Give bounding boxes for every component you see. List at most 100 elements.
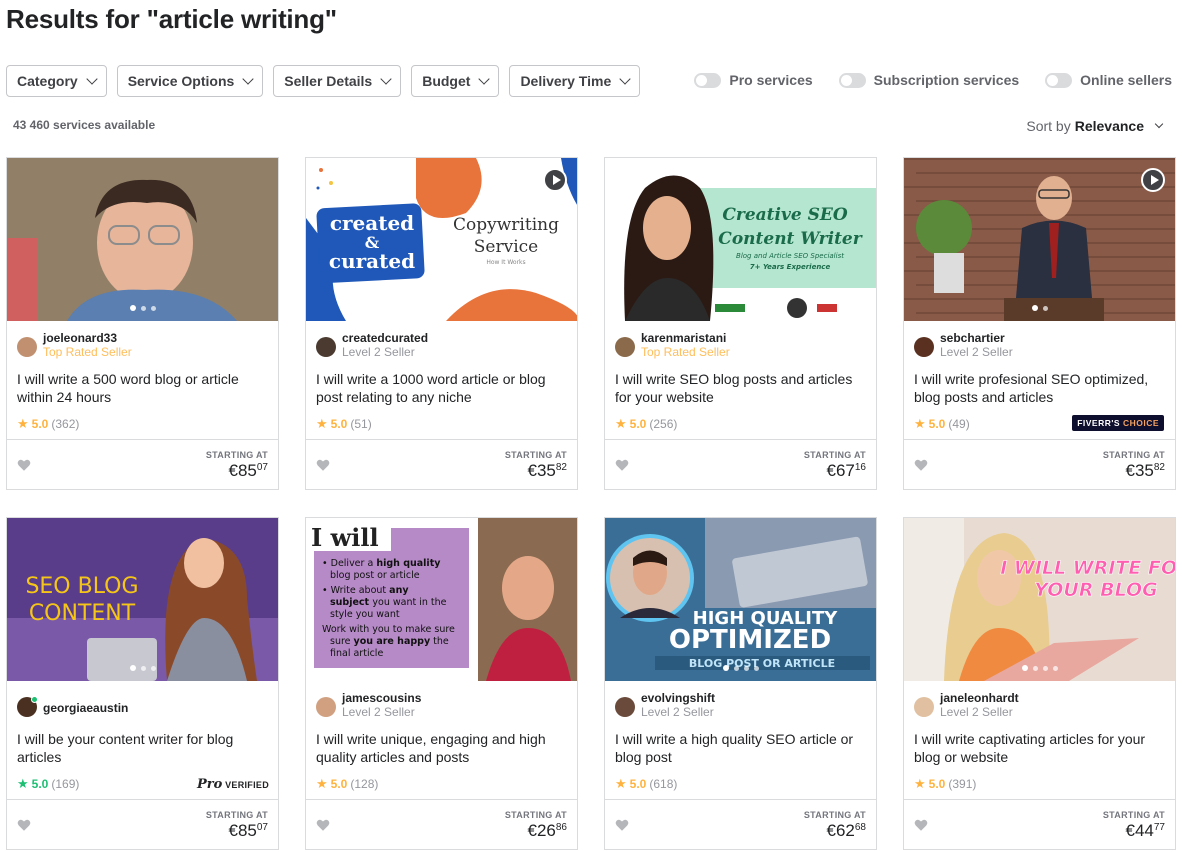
seller-name[interactable]: georgiaeaustin — [43, 701, 128, 715]
thumbnail-graphic: created & curated Copywriting Service Ho… — [306, 158, 577, 321]
avatar[interactable] — [17, 337, 37, 357]
gig-title-link[interactable]: I will be your content writer for blog a… — [17, 730, 269, 766]
thumbnail-photo — [904, 158, 1175, 321]
starting-at-label: STARTING AT — [803, 450, 866, 460]
gig-thumbnail[interactable] — [7, 158, 278, 321]
gig-title-link[interactable]: I will write a high quality SEO article … — [615, 730, 867, 766]
online-sellers-toggle[interactable]: Online sellers — [1045, 72, 1172, 88]
carousel-dots[interactable] — [129, 665, 156, 671]
toggle-switch[interactable] — [1045, 72, 1073, 88]
gig-title-link[interactable]: I will write a 1000 word article or blog… — [316, 370, 568, 406]
carousel-dots[interactable] — [1021, 665, 1058, 671]
filter-seller-details-button[interactable]: Seller Details — [273, 65, 402, 97]
heart-icon[interactable] — [914, 818, 928, 832]
heart-icon[interactable] — [17, 818, 31, 832]
subscription-services-toggle[interactable]: Subscription services — [838, 72, 1019, 88]
gig-grid: joeleonard33 Top Rated Seller I will wri… — [6, 157, 1176, 850]
gig-thumbnail[interactable] — [904, 158, 1175, 321]
gig-thumbnail[interactable]: HIGH QUALITY OPTIMIZED BLOG POST OR ARTI… — [605, 518, 876, 681]
filter-delivery-time-button[interactable]: Delivery Time — [509, 65, 641, 97]
filter-category-button[interactable]: Category — [6, 65, 107, 97]
gig-thumbnail[interactable]: created & curated Copywriting Service Ho… — [306, 158, 577, 321]
carousel-dots[interactable] — [428, 305, 455, 311]
rating-value: 5.0 — [928, 417, 946, 431]
thumb-text: I WILL WRITE FOR — [1000, 557, 1175, 579]
gig-card[interactable]: SEO BLOG CONTENT georgiaeaustin I will b… — [6, 517, 279, 850]
filter-service-options-button[interactable]: Service Options — [116, 65, 264, 97]
starting-at-label: STARTING AT — [205, 810, 268, 820]
starting-at-label: STARTING AT — [205, 450, 268, 460]
review-count: (51) — [350, 417, 372, 431]
gig-card[interactable]: Creative SEO Content Writer Blog and Art… — [604, 157, 877, 490]
avatar[interactable] — [615, 697, 635, 717]
svg-text:subject you want in the: subject you want in the — [330, 597, 447, 608]
chevron-down-icon — [1154, 119, 1164, 129]
price-value: €3582 — [527, 461, 567, 480]
seller-name[interactable]: janeleonhardt — [940, 691, 1019, 705]
svg-text:blog post or article: blog post or article — [330, 570, 420, 581]
price[interactable]: STARTING AT €8507 — [206, 810, 268, 841]
heart-icon[interactable] — [615, 818, 629, 832]
gig-card[interactable]: created & curated Copywriting Service Ho… — [305, 157, 578, 490]
avatar[interactable] — [316, 697, 336, 717]
seller-name[interactable]: sebchartier — [940, 331, 1013, 345]
gig-title-link[interactable]: I will write profesional SEO optimized, … — [914, 370, 1166, 406]
gig-card[interactable]: I WILL WRITE FOR YOUR BLOG janeleonhardt… — [903, 517, 1176, 850]
heart-icon[interactable] — [316, 818, 330, 832]
seller-name[interactable]: evolvingshift — [641, 691, 715, 705]
toggle-switch[interactable] — [838, 72, 866, 88]
avatar[interactable] — [615, 337, 635, 357]
price[interactable]: STARTING AT €6716 — [804, 450, 866, 481]
avatar[interactable] — [914, 697, 934, 717]
seller-name[interactable]: karenmaristani — [641, 331, 730, 345]
avatar[interactable] — [316, 337, 336, 357]
avatar[interactable] — [914, 337, 934, 357]
seller-name[interactable]: joeleonard33 — [43, 331, 132, 345]
gig-card[interactable]: HIGH QUALITY OPTIMIZED BLOG POST OR ARTI… — [604, 517, 877, 850]
review-count: (128) — [350, 777, 379, 791]
toggle-switch[interactable] — [694, 72, 722, 88]
filter-budget-button[interactable]: Budget — [411, 65, 500, 97]
thumbnail-photo: I WILL WRITE FOR YOUR BLOG — [904, 518, 1175, 681]
gig-thumbnail[interactable]: I will • Deliver a high quality blog pos… — [306, 518, 577, 681]
star-icon: ★ — [316, 776, 328, 791]
price[interactable]: STARTING AT €4477 — [1103, 810, 1165, 841]
price[interactable]: STARTING AT €3582 — [505, 450, 567, 481]
thumb-text: OPTIMIZED — [669, 625, 831, 655]
price[interactable]: STARTING AT €3582 — [1103, 450, 1165, 481]
heart-icon[interactable] — [615, 458, 629, 472]
gig-title-link[interactable]: I will write SEO blog posts and articles… — [615, 370, 867, 406]
heart-icon[interactable] — [17, 458, 31, 472]
price[interactable]: STARTING AT €2686 — [505, 810, 567, 841]
star-icon: ★ — [17, 776, 29, 791]
price[interactable]: STARTING AT €8507 — [206, 450, 268, 481]
pro-services-toggle[interactable]: Pro services — [694, 72, 813, 88]
seller-name[interactable]: jamescousins — [342, 691, 421, 705]
gig-card[interactable]: sebchartier Level 2 Seller I will write … — [903, 157, 1176, 490]
gig-title-link[interactable]: I will write a 500 word blog or article … — [17, 370, 269, 406]
gig-title-link[interactable]: I will write unique, engaging and high q… — [316, 730, 568, 766]
gig-thumbnail[interactable]: I WILL WRITE FOR YOUR BLOG — [904, 518, 1175, 681]
heart-icon[interactable] — [914, 458, 928, 472]
avatar[interactable] — [17, 696, 38, 717]
seller-name[interactable]: createdcurated — [342, 331, 428, 345]
sort-dropdown[interactable]: Sort by Relevance — [1026, 118, 1164, 134]
gig-thumbnail[interactable]: SEO BLOG CONTENT — [7, 518, 278, 681]
price[interactable]: STARTING AT €6268 — [804, 810, 866, 841]
gig-card[interactable]: joeleonard33 Top Rated Seller I will wri… — [6, 157, 279, 490]
carousel-dots[interactable] — [722, 665, 759, 671]
seller-info: joeleonard33 Top Rated Seller — [17, 331, 132, 360]
heart-icon[interactable] — [316, 458, 330, 472]
thumbnail-graphic: HIGH QUALITY OPTIMIZED BLOG POST OR ARTI… — [605, 518, 876, 681]
chevron-down-icon — [242, 73, 254, 85]
thumb-text: created — [330, 211, 414, 235]
carousel-dots[interactable] — [129, 305, 156, 311]
play-video-icon[interactable] — [543, 168, 567, 192]
price-value: €8507 — [228, 821, 268, 840]
star-icon: ★ — [17, 416, 29, 431]
carousel-dots[interactable] — [1031, 305, 1048, 311]
play-video-icon[interactable] — [1141, 168, 1165, 192]
gig-thumbnail[interactable]: Creative SEO Content Writer Blog and Art… — [605, 158, 876, 321]
gig-title-link[interactable]: I will write captivating articles for yo… — [914, 730, 1166, 766]
gig-card[interactable]: I will • Deliver a high quality blog pos… — [305, 517, 578, 850]
